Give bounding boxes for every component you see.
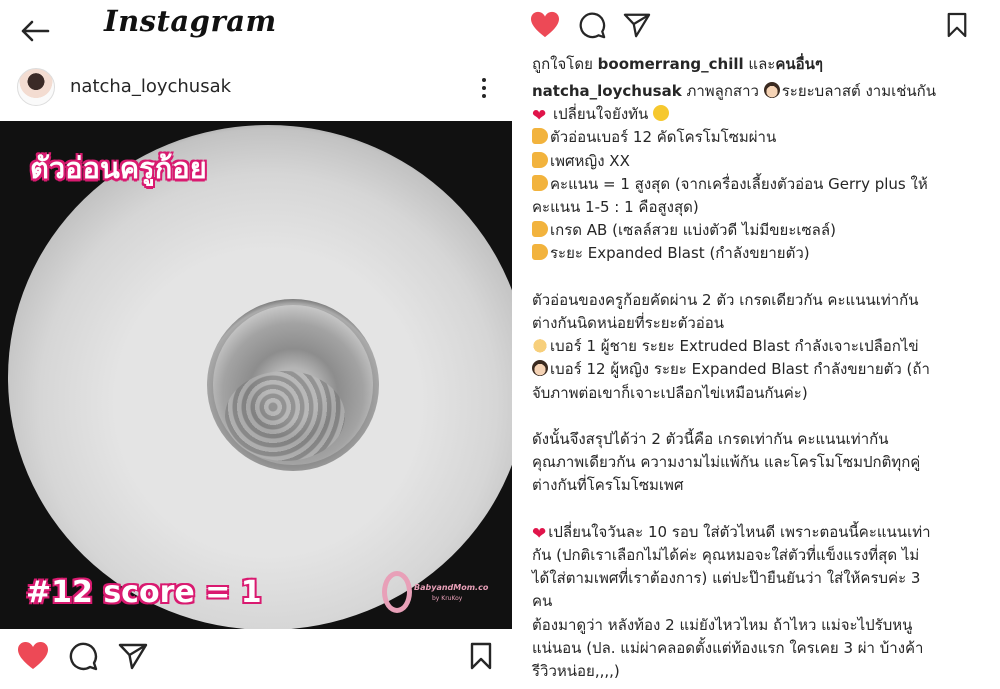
caption-line: แน่นอน (ปล. แม่ผ่าคลอดตั้งแต่ท้องแรก ใคร… [532,638,924,657]
arrow-left-icon [21,20,50,42]
girl-emoji-icon [763,82,780,98]
like-button[interactable] [528,8,562,42]
send-icon [118,643,148,670]
comment-button[interactable] [575,8,609,42]
post-header: natcha_loychusak [0,66,512,110]
caption-line: ต้องมาดูว่า หลังท้อง 2 แม่ยังไหวไหม ถ้าไ… [532,615,913,634]
caption-line: คะแนน = 1 สูงสุด (จากเครื่องเลี้ยงตัวอ่อ… [532,173,982,196]
caption-line: ได้ใส่ตามเพศที่เราต้องการ) แต่ปะป๊ายืนยั… [532,569,921,588]
right-action-bar [512,6,1000,44]
liked-by-line: ถูกใจโดย boomerrang_chill และคนอื่นๆ [532,52,823,76]
instagram-logo: Instagram [104,4,277,38]
author-username[interactable]: natcha_loychusak [70,76,231,97]
caption-line: ต่างกันนิดหน่อยที่ระยะตัวอ่อน [532,314,725,333]
more-vertical-icon [482,78,486,82]
post-image[interactable]: ตัวอ่อนครูก้อย #12 score = 1 BabyandMom.… [0,121,512,629]
smile-emoji-icon [653,105,670,122]
send-icon [623,13,651,38]
watermark-text: BabyandMom.co [414,583,489,592]
girl-emoji-icon [532,360,548,377]
comment-icon [69,642,98,671]
caption-line: ต่างกันที่โครโมโซมเพศ [532,476,684,495]
caption-line: ตัวอ่อนของครูก้อยคัดผ่าน 2 ตัว เกรดเดียว… [532,290,919,309]
caption-line: natcha_loychusak ภาพลูกสาว ระยะบลาสต์ งา… [532,82,937,100]
save-button[interactable] [940,8,974,42]
embryo-inner-mass [225,371,345,461]
liked-by-user[interactable]: boomerrang_chill [598,55,744,73]
caption-line: คะแนน 1-5 : 1 คือสูงสุด) [532,198,699,217]
pointing-hand-icon [532,174,548,191]
top-bar: Instagram [0,0,512,62]
share-button[interactable] [620,8,654,42]
heart-icon [18,642,48,669]
watermark-subtext: by KruKoy [432,595,463,602]
caption-line: รีวิวหน่อย,,,,) [532,662,620,681]
liked-by-others[interactable]: คนอื่นๆ [775,55,823,73]
caption-line: ดังนั้นจึงสรุปได้ว่า 2 ตัวนี้คือ เกรดเท่… [532,430,889,449]
caption-line: เกรด AB (เซลล์สวย แบ่งตัวดี ไม่มีขยะเซลล… [532,219,982,242]
pointing-hand-icon [532,221,548,238]
caption-line: คน [532,592,553,611]
like-button[interactable] [16,639,50,673]
watermark-b-icon [382,571,412,613]
pointing-hand-icon [532,128,548,145]
pointing-hand-icon [532,244,548,261]
heart-emoji-icon: ❤ [532,106,547,127]
caption-line: ❤ เปลี่ยนใจวันละ 10 รอบ ใส่ตัวไหนดี เพราะ… [532,522,931,544]
watermark-logo: BabyandMom.co by KruKoy [382,569,489,619]
caption-line: ❤ เปลี่ยนใจยังทัน [532,103,982,126]
post-caption: natcha_loychusak ภาพลูกสาว ระยะบลาสต์ งา… [532,80,982,683]
back-button[interactable] [18,16,52,46]
caption-line: ระยะ Expanded Blast (กำลังขยายตัว) [532,242,982,265]
bookmark-icon [947,12,967,38]
heart-emoji-icon: ❤ [532,523,547,544]
post-image-panel: Instagram natcha_loychusak ตัวอ่อนครูก้อ… [0,0,512,689]
bookmark-icon [470,642,492,670]
baby-emoji-icon [532,337,548,354]
liked-by-suffix: และ [748,55,776,73]
caption-line: เบอร์ 1 ผู้ชาย ระยะ Extruded Blast กำลัง… [532,335,982,358]
left-action-bar [0,637,512,677]
caption-line: เพศหญิง XX [532,150,982,173]
image-title-overlay: ตัวอ่อนครูก้อย [30,151,207,185]
heart-icon [531,11,559,38]
liked-by-prefix: ถูกใจโดย [532,55,593,73]
caption-panel: ถูกใจโดย boomerrang_chill และคนอื่นๆ nat… [512,0,1000,689]
comment-button[interactable] [66,639,100,673]
caption-line: กัน (ปกติเราเลือกไม่ได้ค่ะ คุณหมอจะใส่ตั… [532,546,920,565]
caption-username[interactable]: natcha_loychusak [532,82,682,100]
comment-icon [579,12,606,39]
pointing-hand-icon [532,151,548,168]
caption-line: คุณภาพเดียวกัน ความงามไม่แพ้กัน และโครโม… [532,453,921,472]
more-options-button[interactable] [474,74,494,102]
caption-line: จับภาพต่อเขาก็เจาะเปลือกไข่เหมือนกันค่ะ) [532,383,808,402]
image-score-overlay: #12 score = 1 [26,575,262,610]
share-button[interactable] [116,639,150,673]
avatar[interactable] [17,68,55,106]
caption-line: เบอร์ 12 ผู้หญิง ระยะ Expanded Blast กำล… [532,358,982,381]
caption-line: ตัวอ่อนเบอร์ 12 คัดโครโมโซมผ่าน [532,126,982,149]
save-button[interactable] [464,639,498,673]
